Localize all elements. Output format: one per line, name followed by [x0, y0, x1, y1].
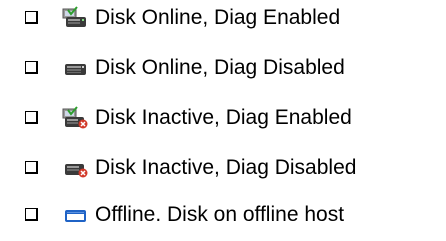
- checkbox[interactable]: [25, 208, 38, 221]
- disk-online-diag-disabled-icon: [62, 56, 88, 80]
- disk-offline-host-icon: [62, 203, 88, 227]
- legend-item-disk-online-diag-enabled: Disk Online, Diag Enabled: [0, 4, 446, 34]
- legend-item-label: Disk Inactive, Diag Enabled: [95, 106, 352, 129]
- checkbox[interactable]: [25, 61, 38, 74]
- disk-status-legend: Disk Online, Diag Enabled Disk Online, D…: [0, 0, 446, 241]
- legend-item-label: Offline. Disk on offline host: [95, 203, 345, 226]
- checkbox[interactable]: [25, 111, 38, 124]
- legend-item-disk-offline-host: Offline. Disk on offline host: [0, 201, 446, 231]
- disk-inactive-diag-disabled-icon: [62, 156, 88, 180]
- disk-online-diag-enabled-icon: [62, 6, 88, 30]
- checkbox[interactable]: [25, 11, 38, 24]
- legend-item-disk-inactive-diag-enabled: Disk Inactive, Diag Enabled: [0, 104, 446, 134]
- legend-item-label: Disk Online, Diag Disabled: [95, 56, 345, 79]
- legend-item-disk-online-diag-disabled: Disk Online, Diag Disabled: [0, 54, 446, 84]
- legend-item-disk-inactive-diag-disabled: Disk Inactive, Diag Disabled: [0, 154, 446, 184]
- checkbox[interactable]: [25, 161, 38, 174]
- disk-inactive-diag-enabled-icon: [62, 106, 88, 130]
- legend-item-label: Disk Inactive, Diag Disabled: [95, 156, 357, 179]
- legend-item-label: Disk Online, Diag Enabled: [95, 6, 341, 29]
